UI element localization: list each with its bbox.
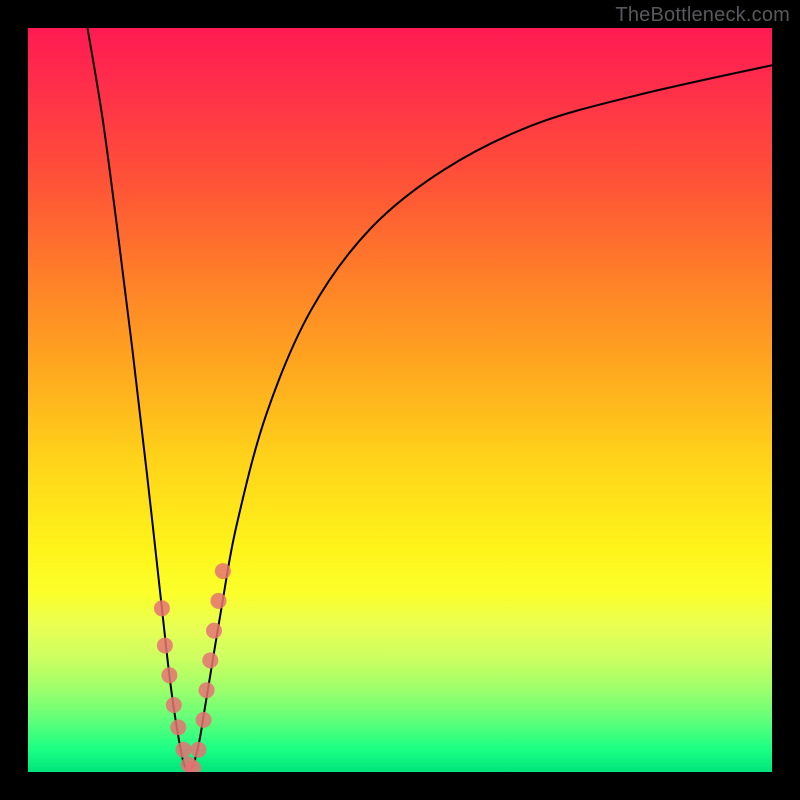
marker-dot (190, 742, 206, 758)
marker-group (154, 563, 231, 772)
marker-dot (166, 697, 182, 713)
bottleneck-curve (88, 28, 773, 771)
curve-layer (28, 28, 772, 772)
marker-dot (161, 667, 177, 683)
watermark-text: TheBottleneck.com (615, 4, 790, 27)
marker-dot (154, 600, 170, 616)
marker-dot (215, 563, 231, 579)
marker-dot (196, 712, 212, 728)
marker-dot (170, 719, 186, 735)
marker-dot (199, 682, 215, 698)
marker-dot (206, 623, 222, 639)
marker-dot (202, 652, 218, 668)
plot-area (28, 28, 772, 772)
marker-dot (157, 638, 173, 654)
marker-dot (176, 742, 192, 758)
chart-frame: TheBottleneck.com (0, 0, 800, 800)
marker-dot (211, 593, 227, 609)
